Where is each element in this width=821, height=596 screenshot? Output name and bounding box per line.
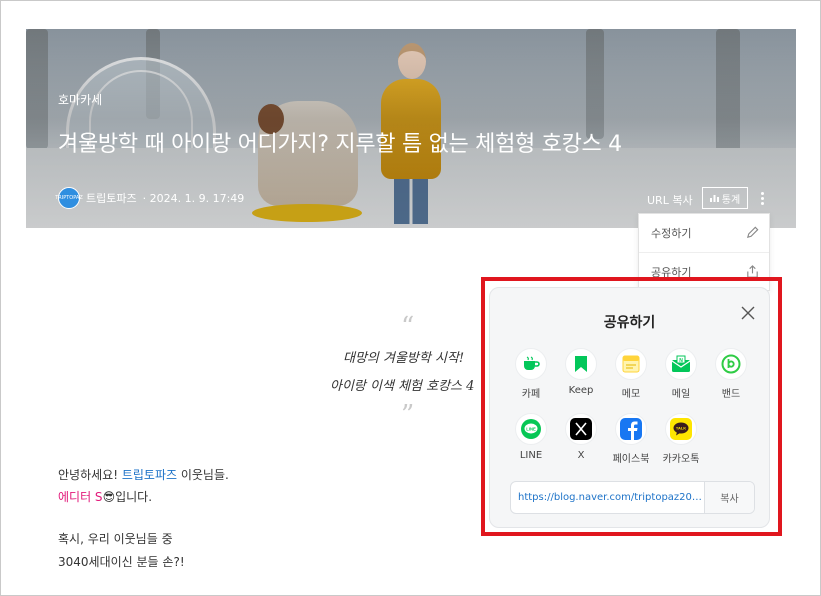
post-date: · 2024. 1. 9. 17:49 [142,191,245,205]
quote-line-1: 대망의 겨울방학 시작! [343,351,465,366]
author-name[interactable]: 트립토파즈 [86,190,137,206]
post-category[interactable]: 호마카세 [58,91,102,108]
quote-close-mark: ” [401,400,415,430]
stats-label: 통계 [721,194,741,206]
dot-icon [760,191,764,195]
author-info: TRIPTOPAZ 트립토파즈 · 2024. 1. 9. 17:49 [55,187,245,209]
body-text: 안녕하세요! [58,468,122,482]
post-title: 겨울방학 때 아이랑 어디가지? 지루할 틈 없는 체험형 호캉스 4 [58,132,622,157]
url-copy-button[interactable]: URL 복사 [647,192,693,208]
more-options-button[interactable] [755,187,769,209]
body-paragraph-question: 혹시, 우리 이웃님들 중 [58,532,173,546]
body-paragraph-editor: 에디터 S😎입니다. [58,488,152,505]
avatar[interactable]: TRIPTOPAZ [55,187,83,209]
bar-chart-icon [709,195,719,202]
stats-button[interactable]: 통계 [702,187,748,209]
body-paragraph-generation: 3040세대이신 분들 손?! [58,555,185,569]
body-text: 입니다. [115,490,153,504]
menu-item-edit[interactable]: 수정하기 [639,214,769,252]
blog-name-link[interactable]: 트립토파즈 [122,468,177,482]
editor-name: 에디터 S [58,490,103,504]
menu-item-label: 수정하기 [651,227,692,240]
dot-icon [760,196,764,200]
pencil-icon [746,226,759,239]
quote-open-mark: “ [401,312,415,342]
quote-line-2: 아이랑 이색 체험 호캉스 4 [330,379,475,394]
sunglasses-emoji-icon: 😎 [102,490,116,504]
highlight-box [481,277,782,536]
dot-icon [760,201,764,205]
body-text: 이웃님들. [177,468,229,482]
body-paragraph-greeting: 안녕하세요! 트립토파즈 이웃님들. [58,466,229,483]
